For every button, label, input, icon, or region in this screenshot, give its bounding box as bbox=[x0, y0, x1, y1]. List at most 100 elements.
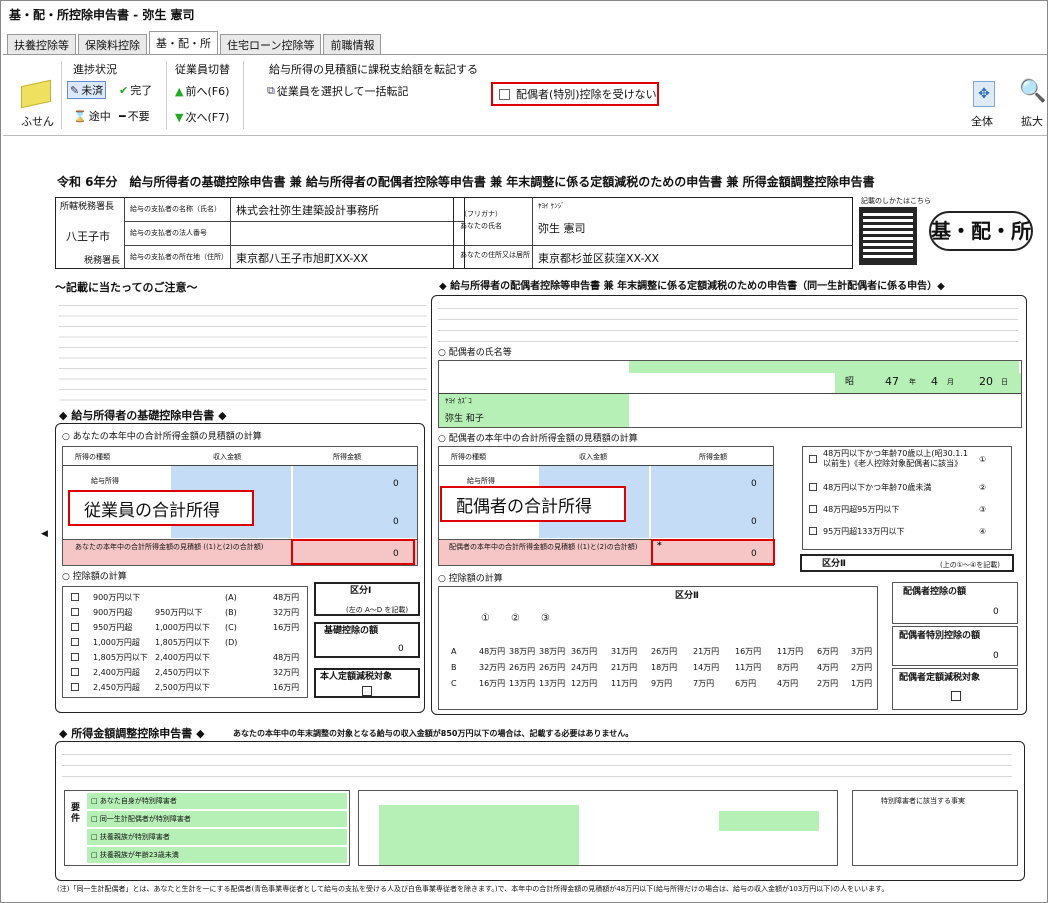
spouse-deduction-amount: 配偶者控除の額 0 bbox=[892, 582, 1018, 624]
bracket-checkbox[interactable] bbox=[71, 593, 79, 601]
grid-cell: 31万円 bbox=[611, 647, 638, 656]
grid-header: ② bbox=[511, 613, 520, 624]
requirement-table: 要件 □ あなた自身が特別障害者 □ 同一生計配偶者が特別障害者 □ 扶養親族が特別… bbox=[64, 790, 350, 866]
spouse-teigaku-box: 配偶者定額減税対象 bbox=[892, 668, 1018, 710]
grid-cell: A bbox=[451, 647, 457, 656]
judge-table: 48万円以下かつ年齢70歳以上(昭30.1.1以前生)《老人控除対象配偶者に該当… bbox=[802, 446, 1012, 550]
grid-cell: 26万円 bbox=[651, 647, 678, 656]
hourglass-icon: ⌛ bbox=[73, 109, 87, 123]
bracket-row: 900万円超 950万円以下 (B) 32万円 bbox=[63, 606, 307, 621]
salary-income-value: 0 bbox=[393, 479, 399, 489]
tab-jutaku[interactable]: 住宅ローン控除等 bbox=[220, 34, 322, 54]
tokubetsu-table: 特別障害者に該当する事実 bbox=[852, 790, 1018, 866]
basic-title: ◆ 給与所得者の基礎控除申告書 ◆ bbox=[59, 409, 227, 422]
footer-note: (注)「同一生計配偶者」とは、あなたと生計を一にする配偶者(青色事業専従者として… bbox=[57, 885, 889, 893]
grid-cell: 38万円 bbox=[509, 647, 536, 656]
left-scroll-arrow[interactable]: ◀ bbox=[41, 529, 48, 539]
bracket-checkbox[interactable] bbox=[71, 668, 79, 676]
spouse-no-deduction-checkbox[interactable]: 配偶者(特別)控除を受けない bbox=[491, 82, 659, 106]
grid-cell: 38万円 bbox=[539, 647, 566, 656]
bracket-checkbox[interactable] bbox=[71, 683, 79, 691]
grid-cell: 24万円 bbox=[571, 663, 598, 672]
adjust-notes bbox=[62, 746, 1012, 786]
grid-cell: 48万円 bbox=[479, 647, 506, 656]
check-icon: ✔ bbox=[119, 83, 129, 97]
bulk-transfer-button[interactable]: ⧉ 従業員を選択して一括転記 bbox=[265, 82, 411, 100]
employee-address: 東京都杉並区荻窪XX-XX bbox=[538, 252, 660, 265]
next-button[interactable]: ▼ 次へ(F7) bbox=[173, 108, 231, 126]
adjust-box: 要件 □ あなた自身が特別障害者 □ 同一生計配偶者が特別障害者 □ 扶養親族が特別… bbox=[55, 741, 1025, 881]
fuyo-button[interactable]: ━ 不要 bbox=[117, 107, 152, 125]
fit-all-icon[interactable]: ✥ bbox=[973, 81, 995, 107]
grid-cell: 2万円 bbox=[851, 663, 873, 672]
bracket-checkbox[interactable] bbox=[71, 608, 79, 616]
checkbox[interactable] bbox=[499, 88, 510, 100]
spouse-total-label: 配偶者の合計所得 bbox=[440, 486, 626, 522]
div2-box: 区分Ⅱ (上の①～④を記載) bbox=[800, 554, 1014, 572]
mishu-button[interactable]: ✎ 未済 bbox=[67, 81, 107, 99]
notes-body bbox=[59, 297, 427, 407]
bracket-row: 1,000万円超 1,805万円以下 (D) bbox=[63, 636, 307, 651]
bracket-row: 900万円以下 (A) 48万円 bbox=[63, 591, 307, 606]
tax-office: 八王子市 bbox=[66, 230, 110, 243]
zoom-icon[interactable]: 🔍 bbox=[1019, 79, 1046, 104]
kakudai-label[interactable]: 拡大 bbox=[1021, 113, 1043, 129]
toolbar: ふせん 進捗状況 ✎ 未済 ✔ 完了 ⌛ 途中 ━ 不要 従業員切替 ▲ 前へ(F6) ▼… bbox=[3, 54, 1047, 136]
bracket-row: 1,805万円以下 2,400万円以下 48万円 bbox=[63, 651, 307, 666]
grid-cell: 21万円 bbox=[611, 663, 638, 672]
spouse-total-value: 0 bbox=[751, 549, 757, 559]
notes-title: ～記載に当たってのご注意～ bbox=[55, 281, 198, 294]
form-title: 令和 6年分 給与所得者の基礎控除申告書 兼 給与所得者の配偶者控除等申告書 兼… bbox=[57, 175, 875, 189]
judge-checkbox[interactable] bbox=[809, 483, 817, 491]
grid-cell: 21万円 bbox=[693, 647, 720, 656]
bracket-checkbox[interactable] bbox=[71, 653, 79, 661]
spouse-title: ◆ 給与所得者の配偶者控除等申告書 兼 年末調整に係る定額減税のための申告書（同… bbox=[439, 281, 945, 292]
zentai-label[interactable]: 全体 bbox=[971, 113, 993, 129]
fuyo-shinzoku-table bbox=[358, 790, 838, 866]
employee-name: 弥生 憲司 bbox=[538, 222, 586, 235]
fusen-label[interactable]: ふせん bbox=[21, 113, 54, 129]
requirement-row[interactable]: □ 扶養親族が特別障害者 bbox=[87, 829, 347, 845]
judge-checkbox[interactable] bbox=[809, 527, 817, 535]
employee-total-value: 0 bbox=[393, 549, 399, 559]
spouse-name: 弥生 和子 bbox=[445, 414, 484, 424]
judge-checkbox[interactable] bbox=[809, 505, 817, 513]
tochu-button[interactable]: ⌛ 途中 bbox=[71, 107, 113, 125]
grid-cell: C bbox=[451, 679, 457, 688]
grid-cell: 11万円 bbox=[735, 663, 762, 672]
judge-checkbox[interactable] bbox=[809, 455, 817, 463]
tab-hoken[interactable]: 保険料控除 bbox=[78, 34, 147, 54]
kanryo-button[interactable]: ✔ 完了 bbox=[117, 81, 154, 99]
requirement-row[interactable]: □ あなた自身が特別障害者 bbox=[87, 793, 347, 809]
tab-zenshoku[interactable]: 前職情報 bbox=[323, 34, 382, 54]
bracket-row: 950万円超 1,000万円以下 (C) 16万円 bbox=[63, 621, 307, 636]
spouse-furigana: ﾔﾖｲ ｶｽﾞｺ bbox=[445, 397, 472, 405]
arrow-up-icon: ▲ bbox=[175, 84, 184, 98]
bracket-checkbox[interactable] bbox=[71, 638, 79, 646]
employee-total-label: 従業員の合計所得 bbox=[68, 490, 254, 526]
spouse-birth-month: 4 bbox=[931, 375, 938, 388]
basic-deduction-box: ○ あなたの本年中の合計所得金額の見積額の計算 所得の種類 収入金額 所得金額 … bbox=[55, 423, 425, 713]
self-teigaku-checkbox[interactable] bbox=[362, 686, 372, 696]
bracket-checkbox[interactable] bbox=[71, 623, 79, 631]
app-window: 基・配・所控除申告書 - 弥生 憲司 扶養控除等 保険料控除 基・配・所 住宅ロ… bbox=[0, 0, 1048, 903]
grid-cell: 11万円 bbox=[611, 679, 638, 688]
spouse-special-deduction-amount: 配偶者特別控除の額 0 bbox=[892, 626, 1018, 666]
grid-cell: 3万円 bbox=[851, 647, 873, 656]
requirement-row[interactable]: □ 扶養親族が年齢23歳未満 bbox=[87, 847, 347, 863]
form-area: 令和 6年分 給与所得者の基礎控除申告書 兼 給与所得者の配偶者控除等申告書 兼… bbox=[55, 175, 1033, 893]
arrow-down-icon: ▼ bbox=[175, 110, 184, 124]
tab-fuyo[interactable]: 扶養控除等 bbox=[7, 34, 76, 54]
form-badge: 基・配・所 bbox=[929, 211, 1033, 251]
prev-button[interactable]: ▲ 前へ(F6) bbox=[173, 82, 231, 100]
sticky-note-icon[interactable] bbox=[21, 79, 51, 109]
grid-cell: 32万円 bbox=[479, 663, 506, 672]
spouse-birth-day: 20 bbox=[979, 375, 993, 388]
tab-kihaisho[interactable]: 基・配・所 bbox=[149, 31, 218, 54]
spouse-teigaku-checkbox[interactable] bbox=[951, 691, 961, 701]
requirement-row[interactable]: □ 同一生計配偶者が特別障害者 bbox=[87, 811, 347, 827]
grid-cell: 26万円 bbox=[509, 663, 536, 672]
grid-cell: 4万円 bbox=[817, 663, 839, 672]
grid-cell: 16万円 bbox=[735, 647, 762, 656]
judge-row: 48万円超95万円以下 ③ bbox=[803, 499, 1011, 521]
